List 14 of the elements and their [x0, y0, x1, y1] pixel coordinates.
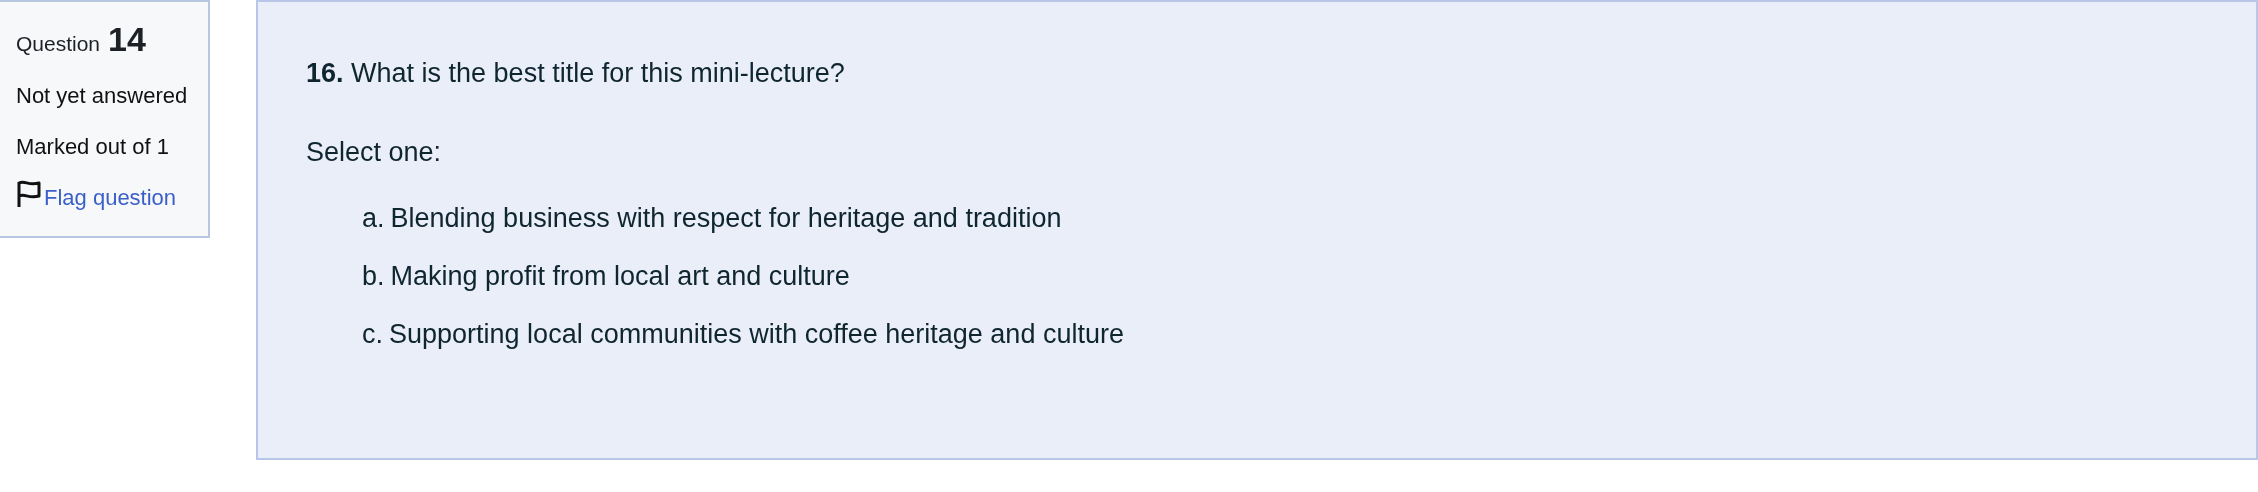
option-letter: c. [362, 318, 383, 351]
flag-question-link[interactable]: Flag question [44, 185, 177, 210]
question-text: 16. What is the best title for this mini-lecture? [306, 58, 846, 89]
select-prompt: Select one: [306, 137, 443, 168]
flag-icon[interactable] [16, 179, 42, 209]
answer-status: Not yet answered [16, 82, 189, 110]
grade-text: Marked out of 1 [16, 133, 170, 161]
question-number: 14 [108, 20, 146, 59]
answer-option[interactable]: Blending business with respect for heritage and tradition [390, 200, 1062, 236]
answer-option[interactable]: Supporting local communities with coffee heritage and culture [389, 316, 1124, 352]
option-letter: a. [362, 202, 385, 235]
question-label: Question [16, 32, 101, 56]
answer-option[interactable]: Making profit from local art and culture [390, 258, 850, 294]
option-letter: b. [362, 260, 385, 293]
